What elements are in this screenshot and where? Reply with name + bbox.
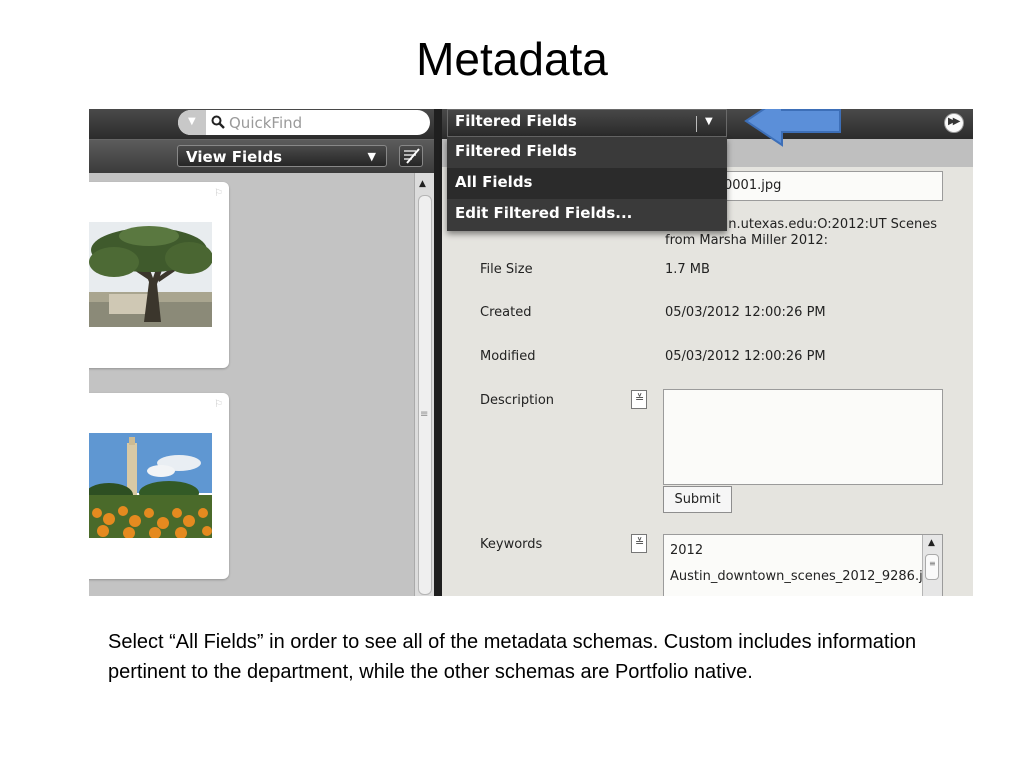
- chevron-down-icon: ▼: [188, 116, 196, 127]
- scroll-up-icon[interactable]: ▲: [419, 179, 426, 189]
- keywords-label: Keywords: [480, 537, 543, 552]
- tower-photo: [89, 433, 212, 538]
- thumbnail-pane: ▼ QuickFind View Fields ▼ ⚐ ⚐ ▲ ≡: [89, 109, 434, 596]
- chevron-down-icon: ▼: [705, 116, 713, 127]
- grip-icon: ≡: [929, 559, 936, 568]
- thumbnail-card[interactable]: ⚐: [89, 393, 229, 579]
- quickfind-search[interactable]: ▼ QuickFind: [178, 110, 430, 135]
- portfolio-screenshot: ▼ QuickFind View Fields ▼ ⚐ ⚐ ▲ ≡ Filter…: [89, 109, 973, 596]
- keywords-scrollbar[interactable]: ▲ ≡: [922, 535, 942, 596]
- chevron-down-icon: ▼: [367, 150, 376, 163]
- fast-forward-icon[interactable]: ▶▶: [944, 113, 964, 133]
- search-options-dropdown[interactable]: ▼: [178, 110, 206, 135]
- scroll-up-icon[interactable]: ▲: [928, 538, 935, 548]
- view-fields-select[interactable]: View Fields ▼: [177, 145, 387, 167]
- keywords-list[interactable]: 2012 Austin_downtown_scenes_2012_9286.j …: [663, 534, 943, 596]
- search-icon: [211, 115, 225, 129]
- flag-icon[interactable]: ⚐: [214, 188, 223, 199]
- filtered-fields-select[interactable]: Filtered Fields ▼: [447, 109, 727, 137]
- description-label: Description: [480, 393, 555, 408]
- name-field-value: 0001.jpg: [724, 178, 782, 193]
- keyword-item[interactable]: 2012: [670, 543, 703, 558]
- view-fields-label: View Fields: [186, 148, 283, 166]
- created-label: Created: [480, 305, 532, 320]
- thumbnail-card[interactable]: ⚐: [89, 182, 229, 368]
- expand-doc-icon[interactable]: ≚: [631, 534, 647, 553]
- option-filtered-fields[interactable]: Filtered Fields: [447, 137, 727, 168]
- scrollbar-thumb[interactable]: [418, 195, 432, 595]
- filtered-fields-label: Filtered Fields: [455, 112, 577, 130]
- quickfind-input[interactable]: QuickFind: [229, 114, 302, 132]
- file-size-value: 1.7 MB: [665, 262, 710, 277]
- edit-list-icon[interactable]: [399, 145, 423, 167]
- description-field[interactable]: [663, 389, 943, 485]
- tree-photo: [89, 222, 212, 327]
- callout-arrow-icon: [744, 109, 841, 147]
- metadata-pane: Filtered Fields ▼ ▶▶ 0001.jpg folio.aust…: [442, 109, 973, 596]
- thumbnail-grid: ⚐ ⚐: [89, 173, 414, 596]
- option-all-fields[interactable]: All Fields: [447, 168, 727, 199]
- right-toolbar: Filtered Fields ▼ ▶▶: [442, 109, 973, 139]
- view-fields-bar: View Fields ▼: [89, 139, 434, 173]
- slide-title: Metadata: [416, 33, 608, 85]
- filtered-fields-dropdown: Filtered Fields All Fields Edit Filtered…: [447, 137, 727, 231]
- created-value: 05/03/2012 12:00:26 PM: [665, 305, 826, 320]
- file-size-label: File Size: [480, 262, 533, 277]
- flag-icon[interactable]: ⚐: [214, 399, 223, 410]
- grip-icon: ≡: [420, 409, 429, 420]
- modified-label: Modified: [480, 349, 536, 364]
- option-edit-filtered-fields[interactable]: Edit Filtered Fields...: [447, 199, 727, 230]
- modified-value: 05/03/2012 12:00:26 PM: [665, 349, 826, 364]
- thumbnail-scrollbar[interactable]: ▲ ≡: [414, 173, 434, 596]
- scrollbar-thumb[interactable]: ≡: [925, 554, 939, 580]
- expand-doc-icon[interactable]: ≚: [631, 390, 647, 409]
- left-toolbar: ▼ QuickFind: [89, 109, 434, 139]
- keyword-item[interactable]: Austin_downtown_scenes_2012_9286.j: [670, 569, 923, 584]
- pane-divider[interactable]: [434, 109, 442, 596]
- submit-button[interactable]: Submit: [663, 486, 732, 513]
- slide-caption: Select “All Fields” in order to see all …: [108, 631, 917, 683]
- select-separator: [696, 116, 697, 132]
